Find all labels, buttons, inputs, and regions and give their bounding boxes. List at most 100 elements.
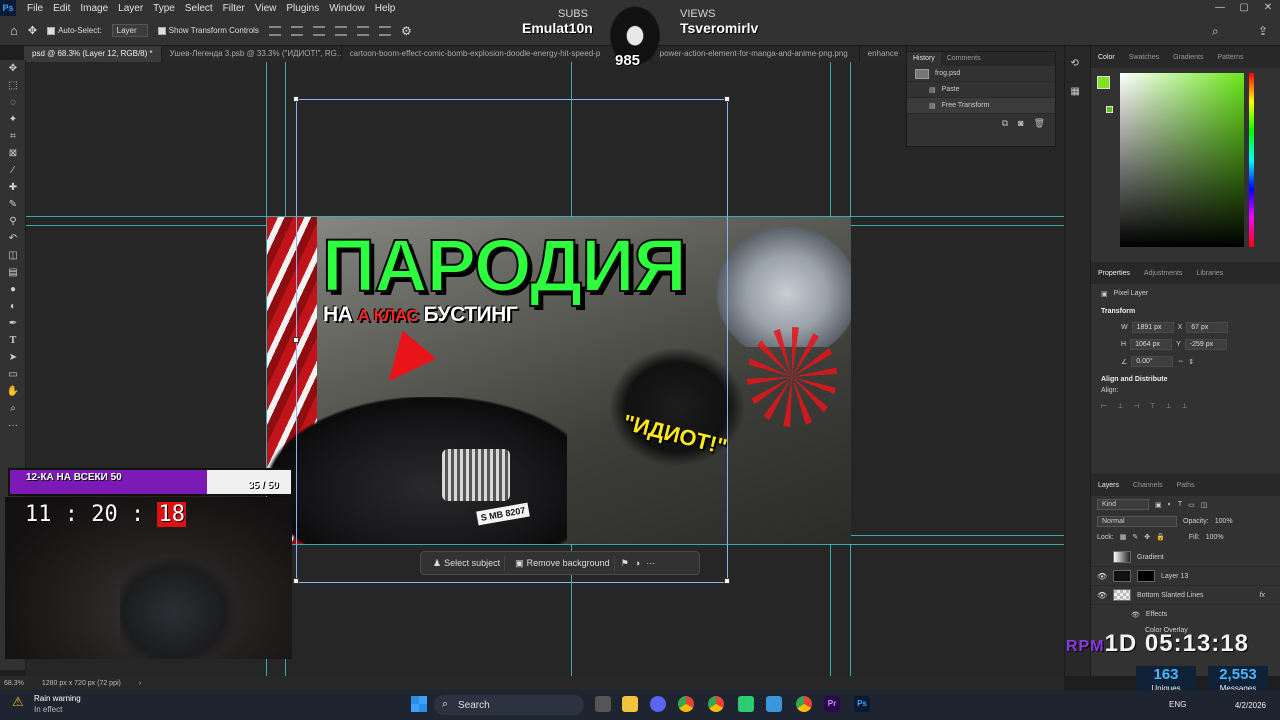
tab-color[interactable]: Color — [1091, 54, 1122, 61]
lock-all-icon[interactable]: 🔒 — [1156, 533, 1165, 541]
layer-effects-row[interactable]: 👁 Effects — [1091, 605, 1280, 624]
show-transform-checkbox[interactable]: Show Transform Controls — [157, 26, 259, 35]
chrome-icon[interactable] — [678, 696, 694, 712]
align-top-icon[interactable] — [334, 25, 347, 36]
marquee-tool-icon[interactable]: ⬚ — [0, 77, 26, 94]
path-select-icon[interactable]: ➤ — [0, 349, 26, 366]
history-step[interactable]: ▤ Free Transform — [907, 98, 1055, 114]
lock-pixels-icon[interactable]: ▦ — [1120, 533, 1127, 541]
lock-brush-icon[interactable]: ✎ — [1132, 533, 1138, 541]
app-icon[interactable] — [766, 696, 782, 712]
eye-icon[interactable]: 👁 — [1097, 591, 1107, 600]
align-right-icon[interactable] — [312, 25, 325, 36]
angle-field[interactable]: 0.00° — [1131, 356, 1174, 367]
align-middle-icon[interactable] — [356, 25, 369, 36]
status-arrow-icon[interactable]: › — [139, 680, 141, 687]
transform-bounding-box[interactable] — [296, 99, 728, 583]
tab-document[interactable]: Ушев-Легенда 3.psb @ 33.3% ("ИДИОТ!", RG… — [162, 46, 342, 62]
frame-tool-icon[interactable]: ⊠ — [0, 145, 26, 162]
fill-field[interactable]: 100% — [1206, 534, 1224, 541]
zoom-level[interactable]: 68.3% — [4, 680, 24, 687]
mask-icon[interactable]: ⚑ — [621, 558, 629, 569]
foreground-color-swatch[interactable] — [1097, 76, 1110, 89]
new-document-icon[interactable]: ⧉ — [1002, 118, 1008, 129]
menu-type[interactable]: Type — [148, 3, 180, 14]
zoom-tool-icon[interactable]: ⌕ — [0, 400, 26, 417]
tab-adjustments[interactable]: Adjustments — [1137, 270, 1190, 277]
x-field[interactable]: 67 px — [1186, 322, 1229, 333]
menu-plugins[interactable]: Plugins — [281, 3, 324, 14]
windows-start-icon[interactable] — [411, 696, 427, 712]
flip-vertical-icon[interactable]: ⇕ — [1188, 358, 1194, 366]
filter-adjust-icon[interactable]: ◐ — [1168, 501, 1172, 508]
filter-pixel-icon[interactable]: ▣ — [1155, 501, 1162, 509]
auto-select-checkbox[interactable]: Auto-Select: — [47, 26, 102, 35]
align-section-title[interactable]: Align and Distribute — [1091, 370, 1280, 385]
align-left-icon[interactable]: ⊢ — [1101, 402, 1107, 410]
share-icon[interactable]: ⇪ — [1258, 24, 1268, 38]
align-vcenter-icon[interactable]: ⊥ — [1165, 402, 1171, 410]
eye-icon[interactable]: 👁 — [1131, 611, 1140, 619]
shape-tool-icon[interactable]: ▭ — [0, 366, 26, 383]
eye-icon[interactable]: 👁 — [1097, 572, 1107, 581]
tab-patterns[interactable]: Patterns — [1210, 54, 1250, 61]
gradient-tool-icon[interactable]: ▤ — [0, 264, 26, 281]
tab-channels[interactable]: Channels — [1126, 482, 1170, 489]
dodge-tool-icon[interactable]: ◐ — [0, 298, 26, 315]
move-tool-icon[interactable]: ✥ — [0, 60, 26, 77]
menu-window[interactable]: Window — [324, 3, 370, 14]
background-color-swatch[interactable] — [1106, 106, 1113, 113]
layer-row[interactable]: 👁 Layer 13 — [1091, 567, 1280, 586]
gear-icon[interactable]: ⚙ — [401, 24, 412, 38]
eyedropper-tool-icon[interactable]: ⁄ — [0, 162, 26, 179]
menu-file[interactable]: File — [22, 3, 48, 14]
tab-document-active[interactable]: psd @ 68.3% (Layer 12, RGB/8) * — [24, 46, 162, 62]
minimize-icon[interactable]: — — [1208, 0, 1232, 16]
tab-document[interactable]: enhance — [860, 46, 908, 62]
hand-tool-icon[interactable]: ✋ — [0, 383, 26, 400]
transform-handle[interactable] — [293, 96, 299, 102]
transform-handle[interactable] — [293, 578, 299, 584]
history-brush-icon[interactable]: ↶ — [0, 230, 26, 247]
close-icon[interactable]: ✕ — [1256, 0, 1280, 16]
y-field[interactable]: -259 px — [1184, 339, 1227, 350]
tab-document[interactable]: power-action-element-for-manga-and-anime… — [652, 46, 860, 62]
transform-section-title[interactable]: Transform — [1091, 304, 1280, 319]
height-field[interactable]: 1064 px — [1130, 339, 1173, 350]
camera-icon[interactable]: ◙ — [1018, 118, 1023, 129]
filter-type-icon[interactable]: T — [1178, 501, 1182, 508]
chrome-icon[interactable] — [796, 696, 812, 712]
menu-edit[interactable]: Edit — [48, 3, 75, 14]
align-hcenter-icon[interactable]: ⊥ — [1117, 402, 1123, 410]
remove-background-button[interactable]: ▣ Remove background — [511, 555, 615, 571]
fx-icon[interactable]: fx — [1260, 592, 1265, 599]
object-select-tool-icon[interactable]: ✦ — [0, 111, 26, 128]
lock-move-icon[interactable]: ✥ — [1144, 533, 1150, 541]
app-icon[interactable] — [738, 696, 754, 712]
align-top-icon[interactable]: ⊤ — [1149, 402, 1155, 410]
more-tools-icon[interactable]: ··· — [0, 417, 26, 434]
transform-handle[interactable] — [724, 578, 730, 584]
photoshop-taskbar-icon[interactable]: Ps — [854, 696, 870, 712]
layer-row[interactable]: 👁 Bottom Slanted Lines fx — [1091, 586, 1280, 605]
tab-history[interactable]: History — [907, 52, 941, 66]
language-indicator[interactable]: ENG — [1169, 700, 1186, 709]
transform-handle[interactable] — [724, 96, 730, 102]
width-field[interactable]: 1891 px — [1131, 322, 1174, 333]
menu-view[interactable]: View — [250, 3, 282, 14]
tab-layers[interactable]: Layers — [1091, 482, 1126, 489]
align-bottom-icon[interactable] — [378, 25, 391, 36]
tab-swatches[interactable]: Swatches — [1122, 54, 1166, 61]
align-right-icon[interactable]: ⊣ — [1133, 402, 1139, 410]
lasso-tool-icon[interactable]: ◌ — [0, 94, 26, 111]
move-tool-icon[interactable]: ✥ — [28, 24, 37, 37]
tab-gradients[interactable]: Gradients — [1166, 54, 1210, 61]
discord-icon[interactable] — [650, 696, 666, 712]
brush-tool-icon[interactable]: ✎ — [0, 196, 26, 213]
search-icon[interactable]: ⌕ — [1212, 24, 1219, 39]
blur-tool-icon[interactable]: ● — [0, 281, 26, 298]
tab-paths[interactable]: Paths — [1170, 482, 1202, 489]
taskbar-search[interactable]: Search — [434, 695, 584, 715]
premiere-icon[interactable]: Pr — [824, 696, 840, 712]
crop-tool-icon[interactable]: ⌗ — [0, 128, 26, 145]
